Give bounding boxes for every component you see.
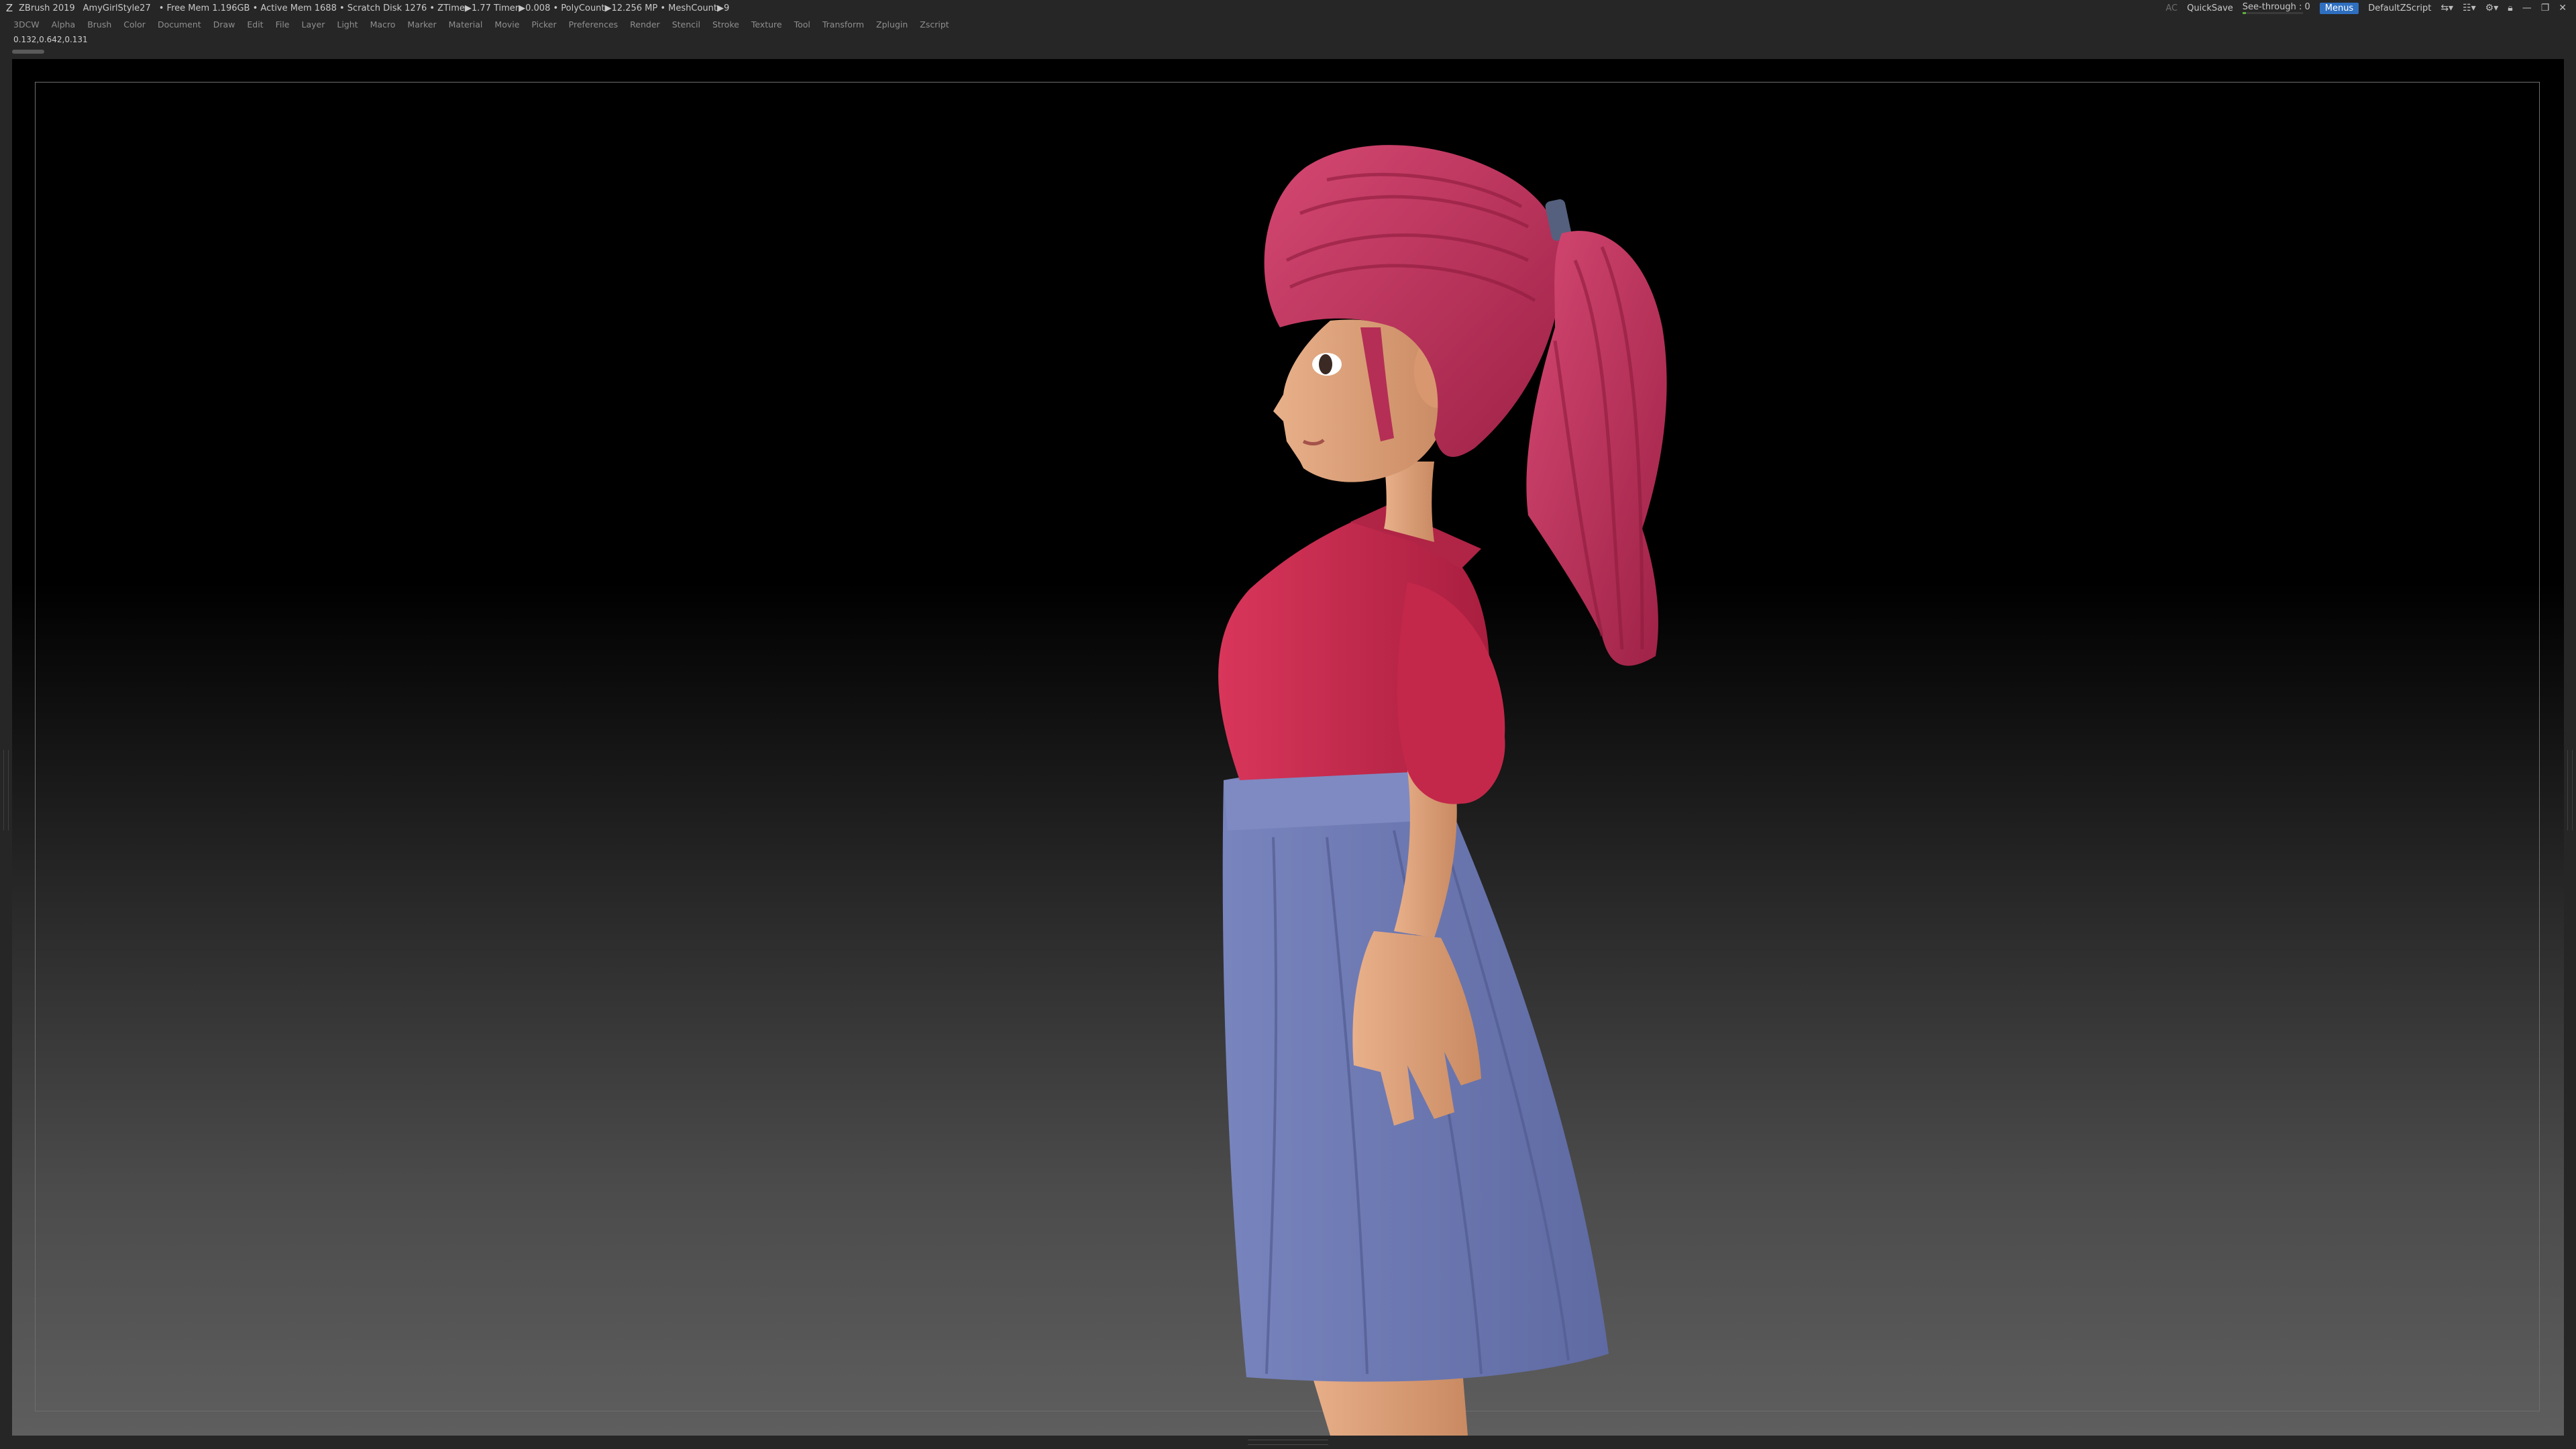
right-tray[interactable] (2564, 59, 2576, 1449)
title-bar-right: AC QuickSave See-through : 0 Menus Defau… (2156, 0, 2576, 16)
window-layout-icon[interactable]: ⇆▾ (2440, 3, 2453, 13)
see-through-fill (2242, 12, 2246, 14)
menu-color[interactable]: Color (123, 19, 146, 30)
default-zscript-button[interactable]: DefaultZScript (2368, 3, 2431, 13)
bottom-tray-handle[interactable] (1248, 1440, 1328, 1445)
see-through-slider[interactable]: See-through : 0 (2242, 2, 2310, 14)
menu-zscript[interactable]: Zscript (920, 19, 949, 30)
menu-texture[interactable]: Texture (751, 19, 782, 30)
bottom-tray[interactable] (0, 1436, 2576, 1449)
left-tray-handle[interactable] (3, 750, 9, 830)
menu-stencil[interactable]: Stencil (672, 19, 700, 30)
info-slider[interactable] (12, 50, 44, 54)
menu-3dcw[interactable]: 3DCW (13, 19, 40, 30)
menu-document[interactable]: Document (158, 19, 201, 30)
pupil (1319, 354, 1332, 374)
menu-layer[interactable]: Layer (302, 19, 325, 30)
zbrush-logo-icon[interactable]: Z (3, 1, 16, 15)
menus-toggle-button[interactable]: Menus (2319, 2, 2359, 14)
see-through-label: See-through : 0 (2242, 2, 2310, 12)
document-name: AmyGirlStyle27 (83, 3, 151, 13)
info-bar: 0.132,0.642,0.131 (0, 32, 2576, 59)
title-bar: Z ZBrush 2019 AmyGirlStyle27 • Free Mem … (0, 0, 2576, 16)
main-menu-bar: 3DCW Alpha Brush Color Document Draw Edit File L… (0, 16, 2576, 32)
menu-macro[interactable]: Macro (370, 19, 396, 30)
ac-button[interactable]: AC (2165, 3, 2178, 13)
menu-brush[interactable]: Brush (87, 19, 111, 30)
user-interface-icon[interactable]: ⚙▾ (2485, 3, 2499, 13)
app-title: ZBrush 2019 (19, 3, 75, 13)
menu-file[interactable]: File (276, 19, 290, 30)
cursor-coordinates: 0.132,0.642,0.131 (13, 35, 88, 44)
menu-alpha[interactable]: Alpha (52, 19, 76, 30)
sleeve (1397, 582, 1505, 804)
left-tray[interactable] (0, 59, 12, 1449)
menu-stroke[interactable]: Stroke (712, 19, 739, 30)
menu-movie[interactable]: Movie (494, 19, 519, 30)
character-model (1218, 145, 1667, 1436)
lock-icon[interactable]: 🔒︎ (2508, 3, 2512, 13)
quicksave-button[interactable]: QuickSave (2187, 3, 2233, 13)
menu-draw[interactable]: Draw (213, 19, 235, 30)
menu-transform[interactable]: Transform (822, 19, 864, 30)
menu-material[interactable]: Material (449, 19, 483, 30)
menu-tool[interactable]: Tool (794, 19, 810, 30)
menu-zplugin[interactable]: Zplugin (876, 19, 908, 30)
restore-icon[interactable]: ❐ (2541, 3, 2550, 13)
menu-light[interactable]: Light (337, 19, 358, 30)
menu-edit[interactable]: Edit (247, 19, 263, 30)
menu-render[interactable]: Render (630, 19, 660, 30)
menu-preferences[interactable]: Preferences (569, 19, 619, 30)
see-through-track (2242, 12, 2303, 14)
viewport-canvas[interactable] (12, 59, 2564, 1436)
user-interface-icon[interactable]: ☷▾ (2463, 3, 2476, 13)
menu-marker[interactable]: Marker (407, 19, 436, 30)
memory-stats: • Free Mem 1.196GB • Active Mem 1688 • S… (158, 3, 730, 13)
right-tray-handle[interactable] (2567, 750, 2573, 830)
minimize-icon[interactable]: — (2522, 3, 2532, 13)
menu-picker[interactable]: Picker (531, 19, 556, 30)
close-icon[interactable]: ✕ (2559, 3, 2567, 13)
